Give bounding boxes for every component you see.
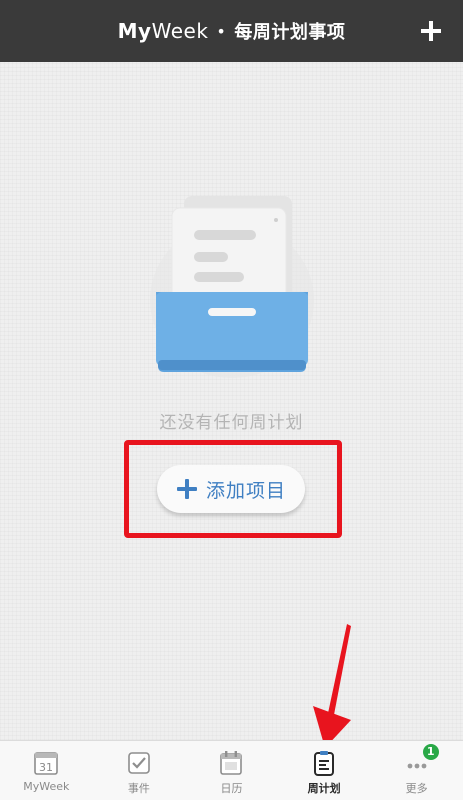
tab-events[interactable]: 事件 [93, 741, 186, 800]
arrow-annotation [313, 624, 351, 748]
header-bar: My Week • 每周计划事项 [0, 0, 463, 62]
empty-drawer-icon [150, 196, 314, 378]
tab-label-weekly-plan: 周计划 [307, 782, 341, 795]
tab-weekly-plan[interactable]: 周计划 [278, 741, 371, 800]
clipboard-icon [314, 751, 335, 776]
tab-more[interactable]: 1 更多 [370, 741, 463, 800]
title-my: My [117, 19, 152, 43]
add-item-label: 添加项目 [205, 479, 286, 502]
title-subtitle: 每周计划事项 [234, 22, 346, 43]
tab-label-calendar: 日历 [220, 782, 243, 795]
tab-bar: 31 MyWeek 事件 日历 周计划 1 更多 [0, 740, 463, 800]
title-week: Week [151, 19, 209, 43]
page-title: My Week • 每周计划事项 [0, 0, 463, 62]
title-separator: • [216, 21, 227, 41]
tab-label-events: 事件 [127, 782, 150, 795]
tab-label-more: 更多 [405, 782, 428, 795]
plus-icon[interactable] [419, 19, 443, 43]
calendar-icon [220, 751, 243, 775]
empty-state-message: 还没有任何周计划 [159, 413, 304, 433]
checkbox-icon [128, 752, 150, 774]
calendar-day-number: 31 [39, 761, 53, 774]
calendar-31-icon: 31 [34, 752, 59, 775]
tab-myweek[interactable]: 31 MyWeek [0, 741, 93, 800]
tab-label-myweek: MyWeek [23, 780, 70, 793]
tab-calendar[interactable]: 日历 [185, 741, 278, 800]
notification-badge: 1 [422, 744, 439, 760]
app-screen: My Week • 每周计划事项 还没有任何周计划 添加项目 31 MyWeek… [0, 0, 463, 800]
add-item-button[interactable]: 添加项目 [157, 465, 305, 513]
plus-icon [176, 479, 197, 499]
